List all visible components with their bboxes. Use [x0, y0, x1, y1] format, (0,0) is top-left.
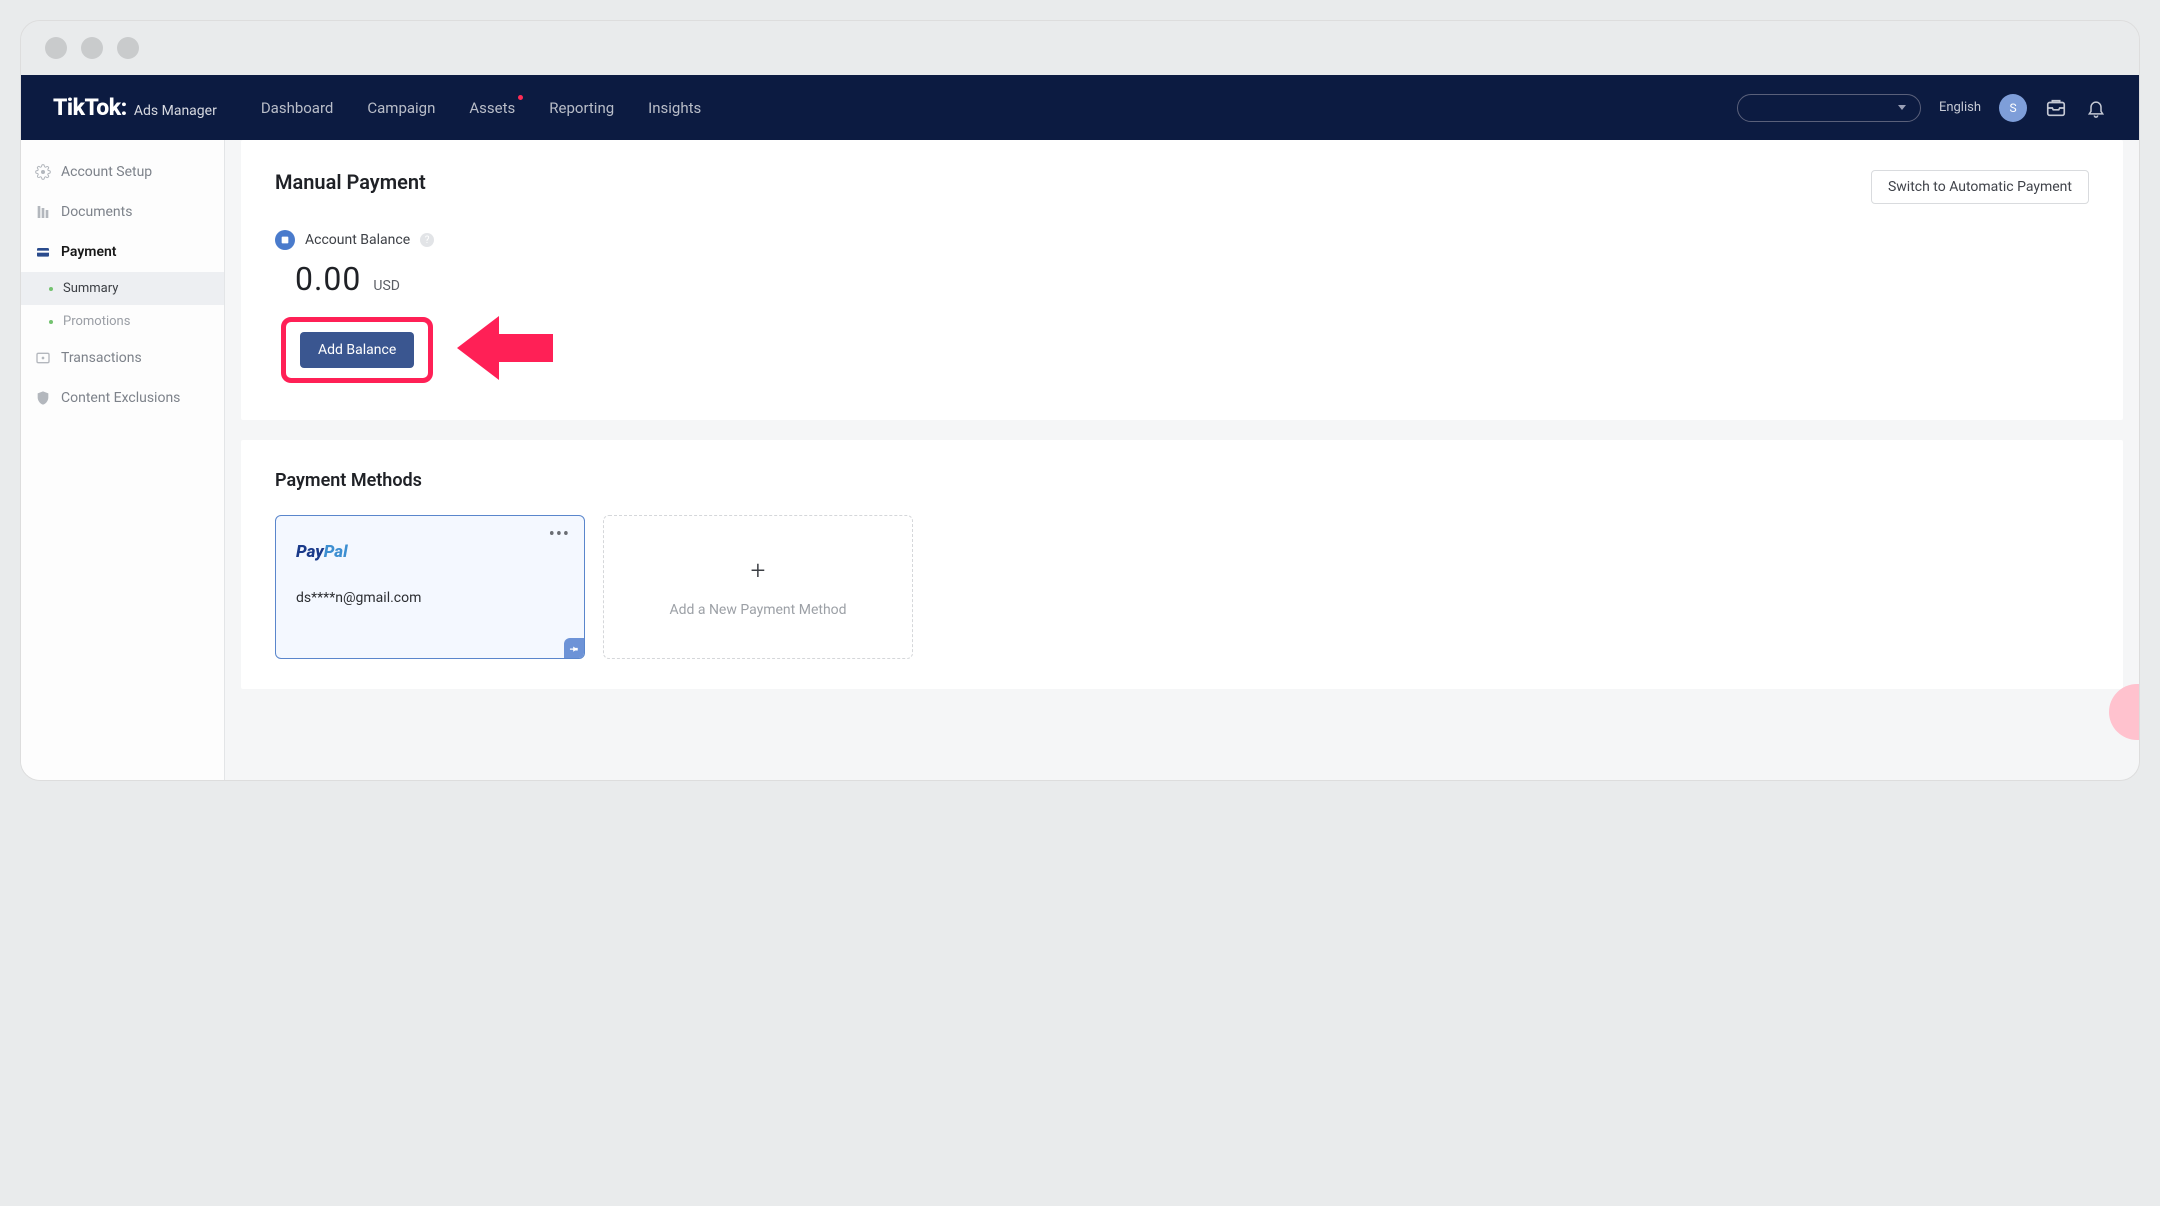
add-payment-method-label: Add a New Payment Method	[669, 602, 846, 618]
balance-amount-row: 0.00 USD	[295, 260, 2089, 298]
pin-icon[interactable]	[564, 638, 584, 658]
inbox-icon[interactable]	[2045, 97, 2067, 119]
chevron-down-icon	[1898, 105, 1906, 110]
payment-card-paypal[interactable]: ••• PayPal ds****n@gmail.com	[275, 515, 585, 659]
payment-cards-row: ••• PayPal ds****n@gmail.com + Add a New…	[275, 515, 2089, 659]
sidebar-item-label: Content Exclusions	[61, 390, 180, 406]
page-title: Manual Payment	[275, 170, 426, 194]
sidebar-sub-summary[interactable]: Summary	[21, 272, 224, 305]
sidebar-item-label: Documents	[61, 204, 132, 220]
sidebar-item-transactions[interactable]: Transactions	[21, 338, 224, 378]
balance-label: Account Balance	[305, 232, 410, 248]
app-container: TikTok: Ads Manager Dashboard Campaign A…	[21, 75, 2139, 780]
transactions-icon	[35, 350, 51, 366]
browser-window: TikTok: Ads Manager Dashboard Campaign A…	[20, 20, 2140, 781]
add-balance-row: Add Balance	[281, 310, 2089, 390]
nav-dashboard[interactable]: Dashboard	[261, 99, 334, 117]
window-minimize-dot[interactable]	[81, 37, 103, 59]
balance-currency: USD	[373, 278, 400, 294]
status-dot-icon	[49, 287, 53, 291]
annotation-highlight: Add Balance	[281, 317, 433, 383]
sidebar-item-documents[interactable]: Documents	[21, 192, 224, 232]
payment-methods-title: Payment Methods	[275, 470, 2089, 491]
sidebar-item-payment[interactable]: Payment	[21, 232, 224, 272]
status-dot-icon	[49, 320, 53, 324]
add-payment-method-card[interactable]: + Add a New Payment Method	[603, 515, 913, 659]
avatar[interactable]: S	[1999, 94, 2027, 122]
add-balance-button[interactable]: Add Balance	[300, 332, 414, 368]
sidebar-item-content-exclusions[interactable]: Content Exclusions	[21, 378, 224, 418]
payment-methods-panel: Payment Methods ••• PayPal ds****n@gmail…	[241, 440, 2123, 689]
top-nav: TikTok: Ads Manager Dashboard Campaign A…	[21, 75, 2139, 140]
balance-icon	[275, 230, 295, 250]
window-maximize-dot[interactable]	[117, 37, 139, 59]
gear-icon	[35, 164, 51, 180]
balance-panel: Manual Payment Switch to Automatic Payme…	[241, 140, 2123, 420]
nav-reporting[interactable]: Reporting	[549, 99, 614, 117]
main-content: Manual Payment Switch to Automatic Payme…	[225, 140, 2139, 780]
nav-assets[interactable]: Assets	[469, 99, 515, 117]
panel-header: Manual Payment Switch to Automatic Payme…	[275, 170, 2089, 204]
sidebar-item-account-setup[interactable]: Account Setup	[21, 152, 224, 192]
switch-automatic-button[interactable]: Switch to Automatic Payment	[1871, 170, 2089, 204]
nav-insights[interactable]: Insights	[648, 99, 701, 117]
shield-icon	[35, 390, 51, 406]
balance-label-row: Account Balance ?	[275, 230, 2089, 250]
window-title-bar	[21, 21, 2139, 75]
nav-right: English S	[1737, 94, 2107, 122]
brand-subtitle: Ads Manager	[134, 103, 217, 119]
brand-logo: TikTok:	[53, 94, 127, 121]
annotation-arrow-icon	[457, 310, 557, 390]
account-selector[interactable]	[1737, 94, 1921, 122]
paypal-logo-pal: Pal	[324, 542, 348, 562]
app-body: Account Setup Documents Payment Summary	[21, 140, 2139, 780]
paypal-logo: PayPal	[296, 542, 564, 562]
sidebar-item-label: Payment	[61, 244, 117, 260]
sidebar-item-label: Transactions	[61, 350, 142, 366]
wallet-icon	[35, 244, 51, 260]
brand[interactable]: TikTok: Ads Manager	[53, 94, 217, 121]
bell-icon[interactable]	[2085, 97, 2107, 119]
sidebar-item-label: Account Setup	[61, 164, 152, 180]
window-close-dot[interactable]	[45, 37, 67, 59]
plus-icon: +	[751, 556, 766, 586]
nav-items: Dashboard Campaign Assets Reporting Insi…	[261, 99, 701, 117]
language-selector[interactable]: English	[1939, 100, 1981, 115]
sidebar: Account Setup Documents Payment Summary	[21, 140, 225, 780]
paypal-logo-pay: Pay	[296, 542, 324, 562]
documents-icon	[35, 204, 51, 220]
help-icon[interactable]: ?	[420, 233, 434, 247]
sidebar-sub-promotions[interactable]: Promotions	[21, 305, 224, 338]
balance-amount: 0.00	[295, 260, 361, 298]
payment-card-email: ds****n@gmail.com	[296, 590, 564, 606]
sidebar-sublist: Summary Promotions	[21, 272, 224, 338]
sidebar-sub-label: Promotions	[63, 314, 130, 329]
card-menu-icon[interactable]: •••	[549, 524, 570, 545]
nav-campaign[interactable]: Campaign	[367, 99, 435, 117]
sidebar-sub-label: Summary	[63, 281, 118, 296]
